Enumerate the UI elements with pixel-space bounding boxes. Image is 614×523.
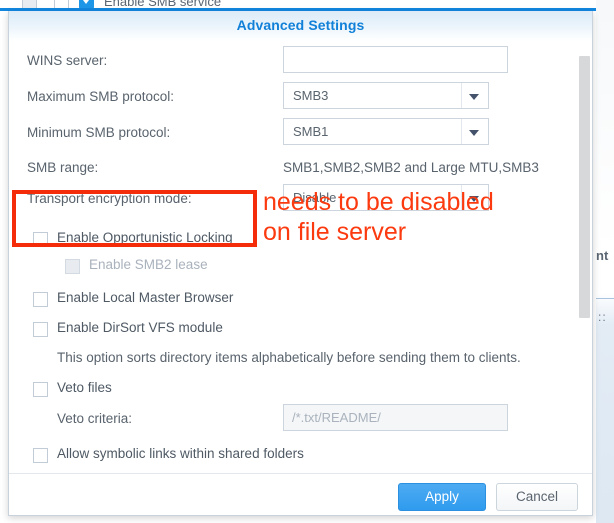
wins-server-input[interactable]: [283, 46, 508, 73]
min-smb-value: SMB1: [293, 124, 329, 139]
veto-files-checkbox[interactable]: [33, 382, 48, 397]
dirsort-hint-text: This option sorts directory items alphab…: [57, 350, 521, 365]
background-sliver-text: nt: [596, 248, 609, 263]
background-sliver-dots: ::: [598, 310, 607, 324]
veto-criteria-placeholder: /*.txt/README/: [292, 410, 381, 425]
background-sliver-divider: [596, 298, 614, 299]
veto-criteria-label: Veto criteria:: [57, 411, 133, 426]
smb-range-label: SMB range:: [27, 160, 99, 175]
dirsort-vfs-label: Enable DirSort VFS module: [57, 320, 223, 335]
smb2-lease-checkbox: [65, 259, 80, 274]
vertical-scrollbar-thumb[interactable]: [579, 56, 590, 318]
dialog-header: Advanced Settings: [9, 11, 592, 41]
advanced-settings-dialog: Advanced Settings WINS server: Maximum S…: [8, 11, 593, 516]
annotation-line-2: on file server: [263, 218, 407, 246]
symlinks-within-label: Allow symbolic links within shared folde…: [57, 446, 304, 461]
min-smb-select[interactable]: SMB1: [283, 118, 489, 145]
smb2-lease-label: Enable SMB2 lease: [89, 257, 208, 272]
background-right-sliver: nt ::: [596, 0, 614, 523]
dirsort-vfs-checkbox[interactable]: [33, 322, 48, 337]
annotation-line-1: needs to be disabled: [263, 188, 494, 216]
annotation-note: needs to be disabled on file server: [263, 187, 494, 247]
cancel-button[interactable]: Cancel: [496, 483, 578, 511]
max-smb-select[interactable]: SMB3: [283, 82, 489, 109]
local-master-browser-checkbox[interactable]: [33, 292, 48, 307]
opportunistic-locking-label: Enable Opportunistic Locking: [57, 230, 233, 245]
apply-button[interactable]: Apply: [398, 483, 486, 511]
local-master-browser-label: Enable Local Master Browser: [57, 290, 234, 305]
dialog-title: Advanced Settings: [236, 17, 365, 33]
transport-encryption-label: Transport encryption mode:: [27, 191, 192, 206]
wins-server-label: WINS server:: [27, 53, 108, 68]
min-smb-label: Minimum SMB protocol:: [27, 125, 171, 140]
symlinks-within-checkbox[interactable]: [33, 448, 48, 463]
opportunistic-locking-checkbox[interactable]: [33, 232, 48, 247]
max-smb-value: SMB3: [293, 88, 329, 103]
min-smb-divider: [461, 119, 462, 144]
dialog-body: WINS server: Maximum SMB protocol: SMB3 …: [9, 41, 592, 491]
dialog-footer: Apply Cancel: [9, 473, 592, 515]
max-smb-label: Maximum SMB protocol:: [27, 89, 175, 104]
smb-range-value: SMB1,SMB2,SMB2 and Large MTU,SMB3: [283, 160, 539, 175]
max-smb-divider: [461, 83, 462, 108]
veto-criteria-input[interactable]: /*.txt/README/: [283, 404, 508, 431]
veto-files-label: Veto files: [57, 380, 112, 395]
vertical-scrollbar-track[interactable]: [577, 41, 592, 473]
chevron-down-icon: [469, 94, 479, 100]
chevron-down-icon: [469, 130, 479, 136]
